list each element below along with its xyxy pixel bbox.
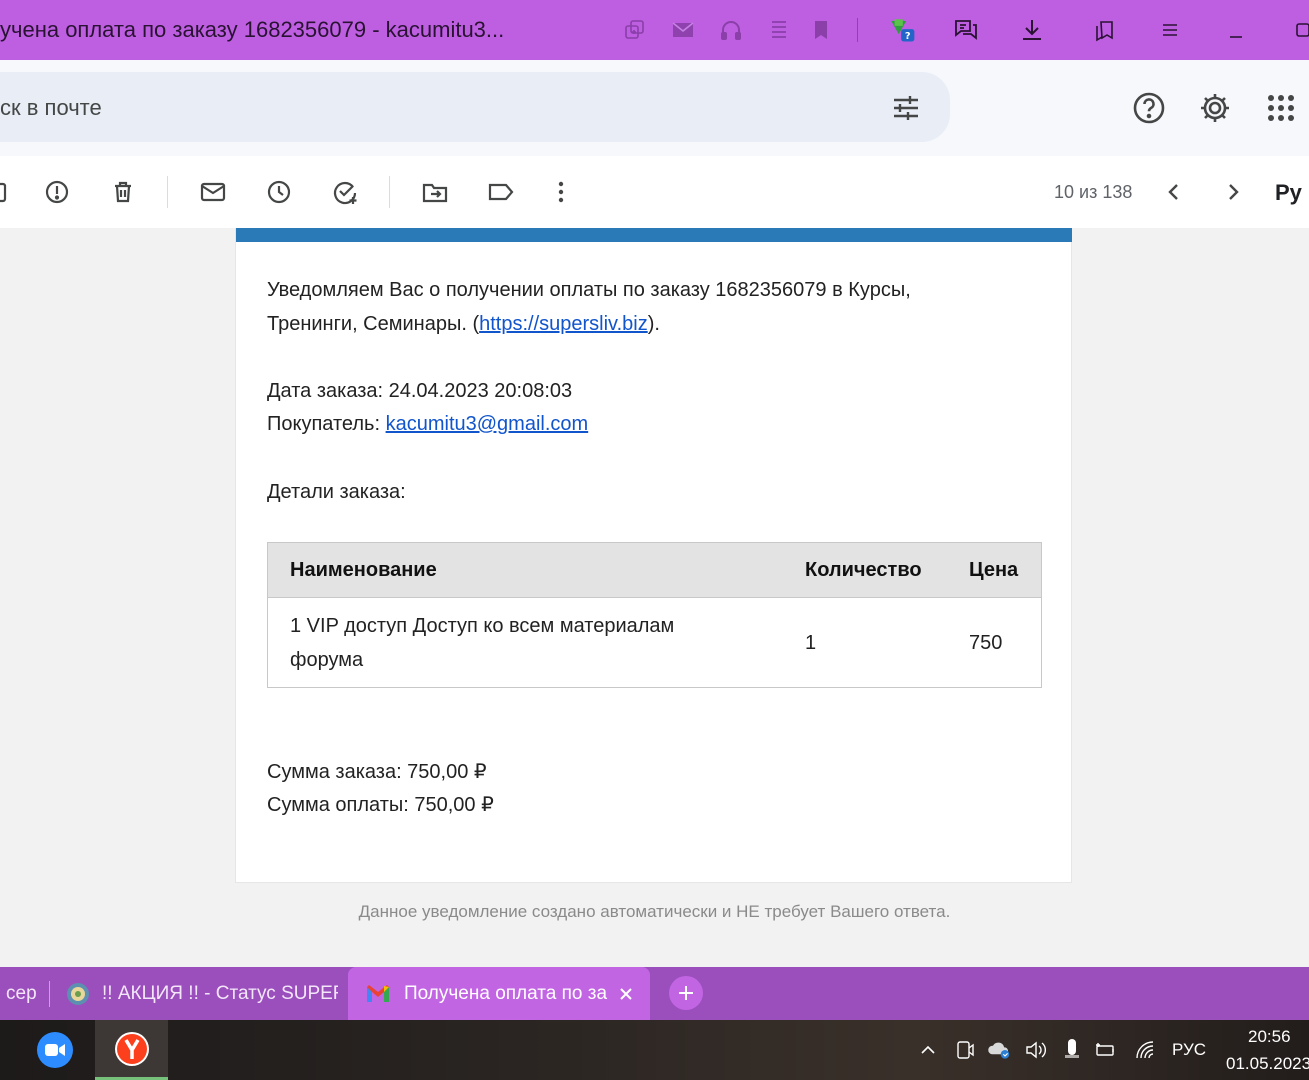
collections-icon[interactable] bbox=[621, 16, 649, 44]
headphones-icon[interactable] bbox=[717, 16, 745, 44]
apps-grid-icon[interactable] bbox=[1263, 90, 1299, 126]
item-name-line-2: форума bbox=[290, 649, 364, 671]
battery-charging-icon[interactable] bbox=[1094, 1038, 1118, 1062]
help-icon[interactable] bbox=[1131, 90, 1167, 126]
tab-gmail-active[interactable]: Получена оплата по за bbox=[348, 967, 650, 1020]
buyer-line: Покупатель: kacumitu3@gmail.com bbox=[267, 407, 588, 441]
bookmark-icon[interactable] bbox=[807, 16, 835, 44]
email-body: Уведомляем Вас о получении оплаты по зак… bbox=[0, 228, 1309, 967]
column-header-quantity: Количество bbox=[805, 559, 922, 581]
column-header-name: Наименование bbox=[290, 559, 437, 581]
volume-icon[interactable] bbox=[1024, 1038, 1048, 1062]
delete-icon[interactable] bbox=[109, 178, 137, 206]
minimize-icon[interactable] bbox=[1222, 16, 1250, 44]
extension-icon[interactable]: ? bbox=[888, 16, 916, 44]
close-tab-icon[interactable] bbox=[618, 986, 634, 1002]
details-label: Детали заказа: bbox=[267, 481, 406, 503]
tab-supersliv[interactable]: !! АКЦИЯ !! - Статус SUPER bbox=[60, 967, 338, 1020]
maximize-icon[interactable] bbox=[1288, 16, 1309, 44]
tab-label: !! АКЦИЯ !! - Статус SUPER bbox=[102, 982, 338, 1004]
order-sum: Сумма заказа: 750,00 ₽ bbox=[267, 761, 487, 783]
order-table-header: Наименование Количество Цена bbox=[268, 543, 1041, 598]
site-favicon-icon bbox=[66, 982, 90, 1006]
shop-link[interactable]: https://supersliv.biz bbox=[479, 313, 648, 335]
order-table: Наименование Количество Цена 1 VIP досту… bbox=[267, 542, 1042, 688]
mail-icon[interactable] bbox=[669, 16, 697, 44]
input-language[interactable]: РУС bbox=[1172, 1040, 1206, 1060]
reader-icon[interactable] bbox=[765, 16, 793, 44]
intro-line-2: Тренинги, Семинары. (https://supersliv.b… bbox=[267, 307, 660, 341]
input-tools-button[interactable]: Ру bbox=[1275, 180, 1302, 206]
new-tab-button[interactable] bbox=[669, 976, 703, 1010]
settings-gear-icon[interactable] bbox=[1197, 90, 1233, 126]
clock-time[interactable]: 20:56 bbox=[1248, 1027, 1291, 1047]
onedrive-cloud-icon[interactable] bbox=[987, 1038, 1011, 1062]
email-header-bar bbox=[236, 228, 1072, 242]
gmail-favicon-icon bbox=[366, 984, 390, 1004]
buyer-email-link[interactable]: kacumitu3@gmail.com bbox=[386, 413, 589, 435]
email-card: Уведомляем Вас о получении оплаты по зак… bbox=[235, 228, 1072, 883]
add-task-icon[interactable] bbox=[331, 178, 359, 206]
search-input[interactable]: ск в почте bbox=[0, 95, 102, 121]
gmail-header: ск в почте bbox=[0, 60, 1309, 156]
item-quantity: 1 bbox=[805, 632, 817, 654]
os-taskbar: РУС 20:56 01.05.2023 bbox=[0, 1020, 1309, 1080]
mail-search-box[interactable]: ск в почте bbox=[0, 72, 950, 142]
tab-label: сер bbox=[6, 982, 37, 1004]
message-toolbar: 10 из 138 Ру bbox=[0, 156, 1309, 228]
toolbar-divider bbox=[167, 176, 168, 208]
label-icon[interactable] bbox=[487, 178, 515, 206]
tab-label: Получена оплата по за bbox=[404, 982, 608, 1004]
download-icon[interactable] bbox=[1018, 16, 1046, 44]
item-price: 750 bbox=[969, 632, 1003, 654]
collections-bookmark-icon[interactable] bbox=[1090, 16, 1118, 44]
archive-icon[interactable] bbox=[0, 178, 10, 206]
chevron-right-icon[interactable] bbox=[1219, 178, 1247, 206]
svg-text:?: ? bbox=[905, 31, 911, 42]
message-counter: 10 из 138 bbox=[1054, 182, 1133, 202]
wifi-icon[interactable] bbox=[1134, 1038, 1158, 1062]
search-options-icon[interactable] bbox=[890, 92, 922, 124]
zoom-app-icon[interactable] bbox=[37, 1032, 73, 1068]
browser-titlebar: учена оплата по заказу 1682356079 - kacu… bbox=[0, 0, 1309, 60]
item-name-line-1: 1 VIP доступ Доступ ко всем материалам bbox=[290, 615, 675, 637]
tab-partial[interactable]: сер bbox=[0, 967, 42, 1020]
move-to-icon[interactable] bbox=[421, 178, 449, 206]
intro-prefix: Тренинги, Семинары. ( bbox=[267, 313, 480, 335]
camera-icon[interactable] bbox=[953, 1038, 977, 1062]
intro-suffix: ). bbox=[647, 313, 660, 335]
intro-line-1: Уведомляем Вас о получении оплаты по зак… bbox=[267, 279, 911, 301]
toolbar-divider bbox=[389, 176, 390, 208]
tab-divider bbox=[49, 981, 50, 1007]
chat-icon[interactable] bbox=[952, 16, 980, 44]
auto-notice: Данное уведомление создано автоматически… bbox=[358, 902, 951, 921]
mark-unread-icon[interactable] bbox=[199, 178, 227, 206]
buyer-label: Покупатель: bbox=[267, 413, 386, 435]
microphone-icon[interactable] bbox=[1060, 1038, 1084, 1062]
titlebar-divider bbox=[857, 18, 858, 42]
chevron-left-icon[interactable] bbox=[1160, 178, 1188, 206]
more-vert-icon[interactable] bbox=[547, 178, 575, 206]
paid-sum: Сумма оплаты: 750,00 ₽ bbox=[267, 794, 494, 816]
window-title: учена оплата по заказу 1682356079 - kacu… bbox=[0, 17, 505, 42]
report-spam-icon[interactable] bbox=[43, 178, 71, 206]
clock-date[interactable]: 01.05.2023 bbox=[1226, 1054, 1309, 1074]
order-date: Дата заказа: 24.04.2023 20:08:03 bbox=[267, 380, 573, 402]
menu-icon[interactable] bbox=[1156, 16, 1184, 44]
yandex-browser-app-icon[interactable] bbox=[95, 1020, 168, 1080]
snooze-clock-icon[interactable] bbox=[265, 178, 293, 206]
chevron-up-icon[interactable] bbox=[916, 1038, 940, 1062]
column-header-price: Цена bbox=[969, 559, 1019, 581]
browser-tab-bar: сер !! АКЦИЯ !! - Статус SUPER Получена … bbox=[0, 967, 1309, 1020]
